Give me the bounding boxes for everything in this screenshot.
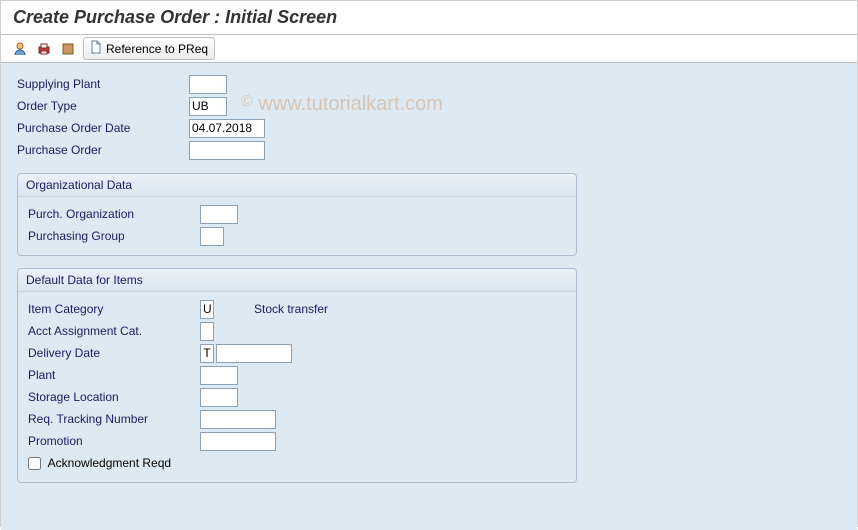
purch-group-label: Purchasing Group bbox=[28, 229, 200, 243]
ack-reqd-label: Acknowledgment Reqd bbox=[48, 456, 171, 470]
storage-loc-label: Storage Location bbox=[28, 390, 200, 404]
reference-to-preq-button[interactable]: Reference to PReq bbox=[83, 37, 215, 60]
acct-cat-label: Acct Assignment Cat. bbox=[28, 324, 200, 338]
promotion-label: Promotion bbox=[28, 434, 200, 448]
req-tracking-label: Req. Tracking Number bbox=[28, 412, 200, 426]
po-date-input[interactable] bbox=[189, 119, 265, 138]
order-type-input[interactable] bbox=[189, 97, 227, 116]
item-category-input[interactable] bbox=[200, 300, 214, 319]
print-icon[interactable] bbox=[35, 40, 53, 58]
item-category-desc: Stock transfer bbox=[254, 302, 328, 316]
delivery-date-prefix-input[interactable] bbox=[200, 344, 214, 363]
purch-group-input[interactable] bbox=[200, 227, 224, 246]
purch-org-input[interactable] bbox=[200, 205, 238, 224]
po-date-label: Purchase Order Date bbox=[17, 121, 189, 135]
item-category-label: Item Category bbox=[28, 302, 200, 316]
document-icon bbox=[90, 40, 102, 57]
ack-reqd-row: Acknowledgment Reqd bbox=[28, 456, 171, 470]
plant-input[interactable] bbox=[200, 366, 238, 385]
default-data-group: Default Data for Items Item Category Sto… bbox=[17, 268, 577, 483]
purch-org-label: Purch. Organization bbox=[28, 207, 200, 221]
org-data-group: Organizational Data Purch. Organization … bbox=[17, 173, 577, 256]
supplying-plant-input[interactable] bbox=[189, 75, 227, 94]
org-data-title: Organizational Data bbox=[18, 174, 576, 197]
toolbar: Reference to PReq bbox=[1, 35, 857, 63]
content-area: © www.tutorialkart.com Supplying Plant O… bbox=[1, 63, 857, 530]
user-icon[interactable] bbox=[11, 40, 29, 58]
promotion-input[interactable] bbox=[200, 432, 276, 451]
purchase-order-input[interactable] bbox=[189, 141, 265, 160]
storage-loc-input[interactable] bbox=[200, 388, 238, 407]
page-title: Create Purchase Order : Initial Screen bbox=[1, 1, 857, 35]
acct-cat-input[interactable] bbox=[200, 322, 214, 341]
delivery-date-input[interactable] bbox=[216, 344, 292, 363]
purchase-order-label: Purchase Order bbox=[17, 143, 189, 157]
plant-label: Plant bbox=[28, 368, 200, 382]
order-type-label: Order Type bbox=[17, 99, 189, 113]
delivery-date-label: Delivery Date bbox=[28, 346, 200, 360]
supplying-plant-label: Supplying Plant bbox=[17, 77, 189, 91]
req-tracking-input[interactable] bbox=[200, 410, 276, 429]
default-data-title: Default Data for Items bbox=[18, 269, 576, 292]
box-icon[interactable] bbox=[59, 40, 77, 58]
reference-to-preq-label: Reference to PReq bbox=[106, 42, 208, 56]
ack-reqd-checkbox[interactable] bbox=[28, 457, 41, 470]
